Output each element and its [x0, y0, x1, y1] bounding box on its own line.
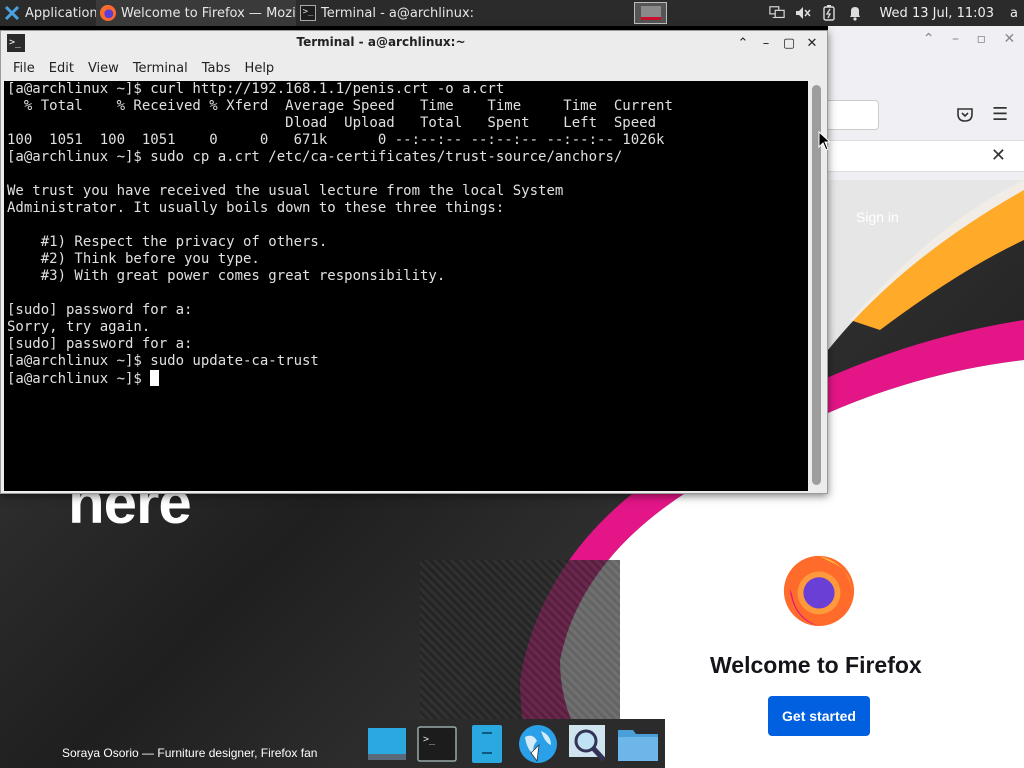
- web-browser-icon[interactable]: [516, 722, 560, 766]
- terminal-line: #3) With great power comes great respons…: [7, 268, 446, 284]
- volume-muted-icon[interactable]: [795, 5, 812, 21]
- terminal-prompt-text: [a@archlinux ~]$: [7, 371, 151, 387]
- menu-view[interactable]: View: [88, 61, 119, 76]
- terminal-line: #1) Respect the privacy of others.: [7, 234, 328, 250]
- close-icon[interactable]: ✕: [991, 145, 1006, 166]
- terminal-line: [sudo] password for a:: [7, 336, 193, 352]
- terminal-icon[interactable]: >_: [415, 722, 459, 766]
- workspace-switcher[interactable]: [634, 2, 667, 24]
- firefox-window: ⌃ – ▫ ✕ ☰ ✕: [828, 26, 1024, 180]
- terminal-line: [a@archlinux ~]$ sudo update-ca-trust: [7, 353, 319, 369]
- terminal-titlebar[interactable]: >_ Terminal - a@archlinux:~ ⌃ – ▢ ✕: [1, 31, 827, 55]
- dock: >_: [360, 719, 665, 768]
- welcome-heading: Welcome to Firefox: [710, 652, 922, 678]
- terminal-window: >_ Terminal - a@archlinux:~ ⌃ – ▢ ✕ File…: [0, 30, 828, 494]
- terminal-line: Sorry, try again.: [7, 319, 151, 335]
- terminal-prompt: [a@archlinux ~]$: [7, 370, 808, 388]
- search-icon[interactable]: [566, 722, 610, 766]
- terminal-line: [a@archlinux ~]$ sudo cp a.crt /etc/ca-c…: [7, 149, 623, 165]
- text-cursor: [150, 370, 160, 386]
- notification-bell-icon[interactable]: [847, 5, 863, 21]
- firefox-logo-icon: [783, 555, 855, 627]
- menu-tabs[interactable]: Tabs: [202, 61, 231, 76]
- terminal-title: Terminal - a@archlinux:~: [296, 35, 466, 49]
- menu-edit[interactable]: Edit: [49, 61, 74, 76]
- terminal-line: #2) Think before you type.: [7, 251, 260, 267]
- taskbar-terminal-label: Terminal - a@archlinux:~: [321, 5, 474, 21]
- close-icon[interactable]: ✕: [1003, 31, 1015, 47]
- xfce-logo-icon: [4, 5, 20, 21]
- taskbar-terminal[interactable]: >_ Terminal - a@archlinux:~: [296, 0, 474, 26]
- sign-in-link[interactable]: Sign in: [856, 209, 899, 225]
- terminal-icon: >_: [300, 5, 316, 21]
- system-tray: Wed 13 Jul, 11:03 a: [769, 0, 1024, 26]
- file-manager-icon[interactable]: [465, 722, 509, 766]
- taskbar-firefox[interactable]: Welcome to Firefox — Mozil...: [96, 0, 296, 26]
- mouse-pointer-icon: [818, 131, 830, 151]
- maximize-icon[interactable]: ▢: [780, 34, 798, 52]
- shade-icon[interactable]: ⌃: [734, 34, 752, 52]
- hamburger-menu-icon[interactable]: ☰: [992, 104, 1008, 125]
- terminal-line: We trust you have received the usual lec…: [7, 183, 564, 199]
- terminal-line: [sudo] password for a:: [7, 302, 193, 318]
- network-icon[interactable]: [769, 5, 786, 21]
- show-desktop-icon[interactable]: [365, 722, 409, 766]
- user-menu[interactable]: a: [1010, 6, 1018, 21]
- close-icon[interactable]: ✕: [803, 34, 821, 52]
- terminal-line: 100 1051 100 1051 0 0 671k 0 --:--:-- --…: [7, 132, 665, 148]
- shade-icon[interactable]: ⌃: [923, 31, 935, 47]
- firefox-window-controls: ⌃ – ▫ ✕: [914, 26, 1024, 52]
- minimize-icon[interactable]: –: [952, 31, 959, 47]
- photo-credit: Soraya Osorio — Furniture designer, Fire…: [62, 746, 318, 760]
- terminal-line: Administrator. It usually boils down to …: [7, 200, 505, 216]
- terminal-line: % Total % Received % Xferd Average Speed…: [7, 98, 673, 114]
- top-panel: Applications Welcome to Firefox — Mozil.…: [0, 0, 1024, 26]
- minimize-icon[interactable]: –: [757, 34, 775, 52]
- menu-help[interactable]: Help: [245, 61, 275, 76]
- applications-menu-label: Applications: [25, 5, 96, 21]
- terminal-text: [a@archlinux ~]$ curl http://192.168.1.1…: [4, 81, 808, 388]
- menu-file[interactable]: File: [13, 61, 35, 76]
- terminal-line: Dload Upload Total Spent Left Speed: [7, 115, 657, 131]
- terminal-output[interactable]: [a@archlinux ~]$ curl http://192.168.1.1…: [4, 81, 808, 491]
- menu-terminal[interactable]: Terminal: [133, 61, 188, 76]
- maximize-icon[interactable]: ▫: [976, 31, 986, 47]
- pocket-icon[interactable]: [956, 106, 974, 124]
- svg-text:>_: >_: [423, 734, 436, 745]
- folder-icon[interactable]: [616, 722, 660, 766]
- battery-icon[interactable]: [821, 5, 837, 21]
- url-bar[interactable]: [828, 100, 879, 130]
- clock[interactable]: Wed 13 Jul, 11:03: [879, 6, 994, 21]
- terminal-line: [a@archlinux ~]$ curl http://192.168.1.1…: [7, 81, 505, 97]
- firefox-icon: [100, 5, 116, 21]
- applications-menu[interactable]: Applications: [0, 0, 96, 26]
- taskbar-firefox-label: Welcome to Firefox — Mozil...: [121, 5, 296, 21]
- get-started-button[interactable]: Get started: [768, 696, 870, 736]
- notification-bar: ✕: [828, 140, 1024, 172]
- terminal-menubar: File Edit View Terminal Tabs Help: [1, 57, 827, 79]
